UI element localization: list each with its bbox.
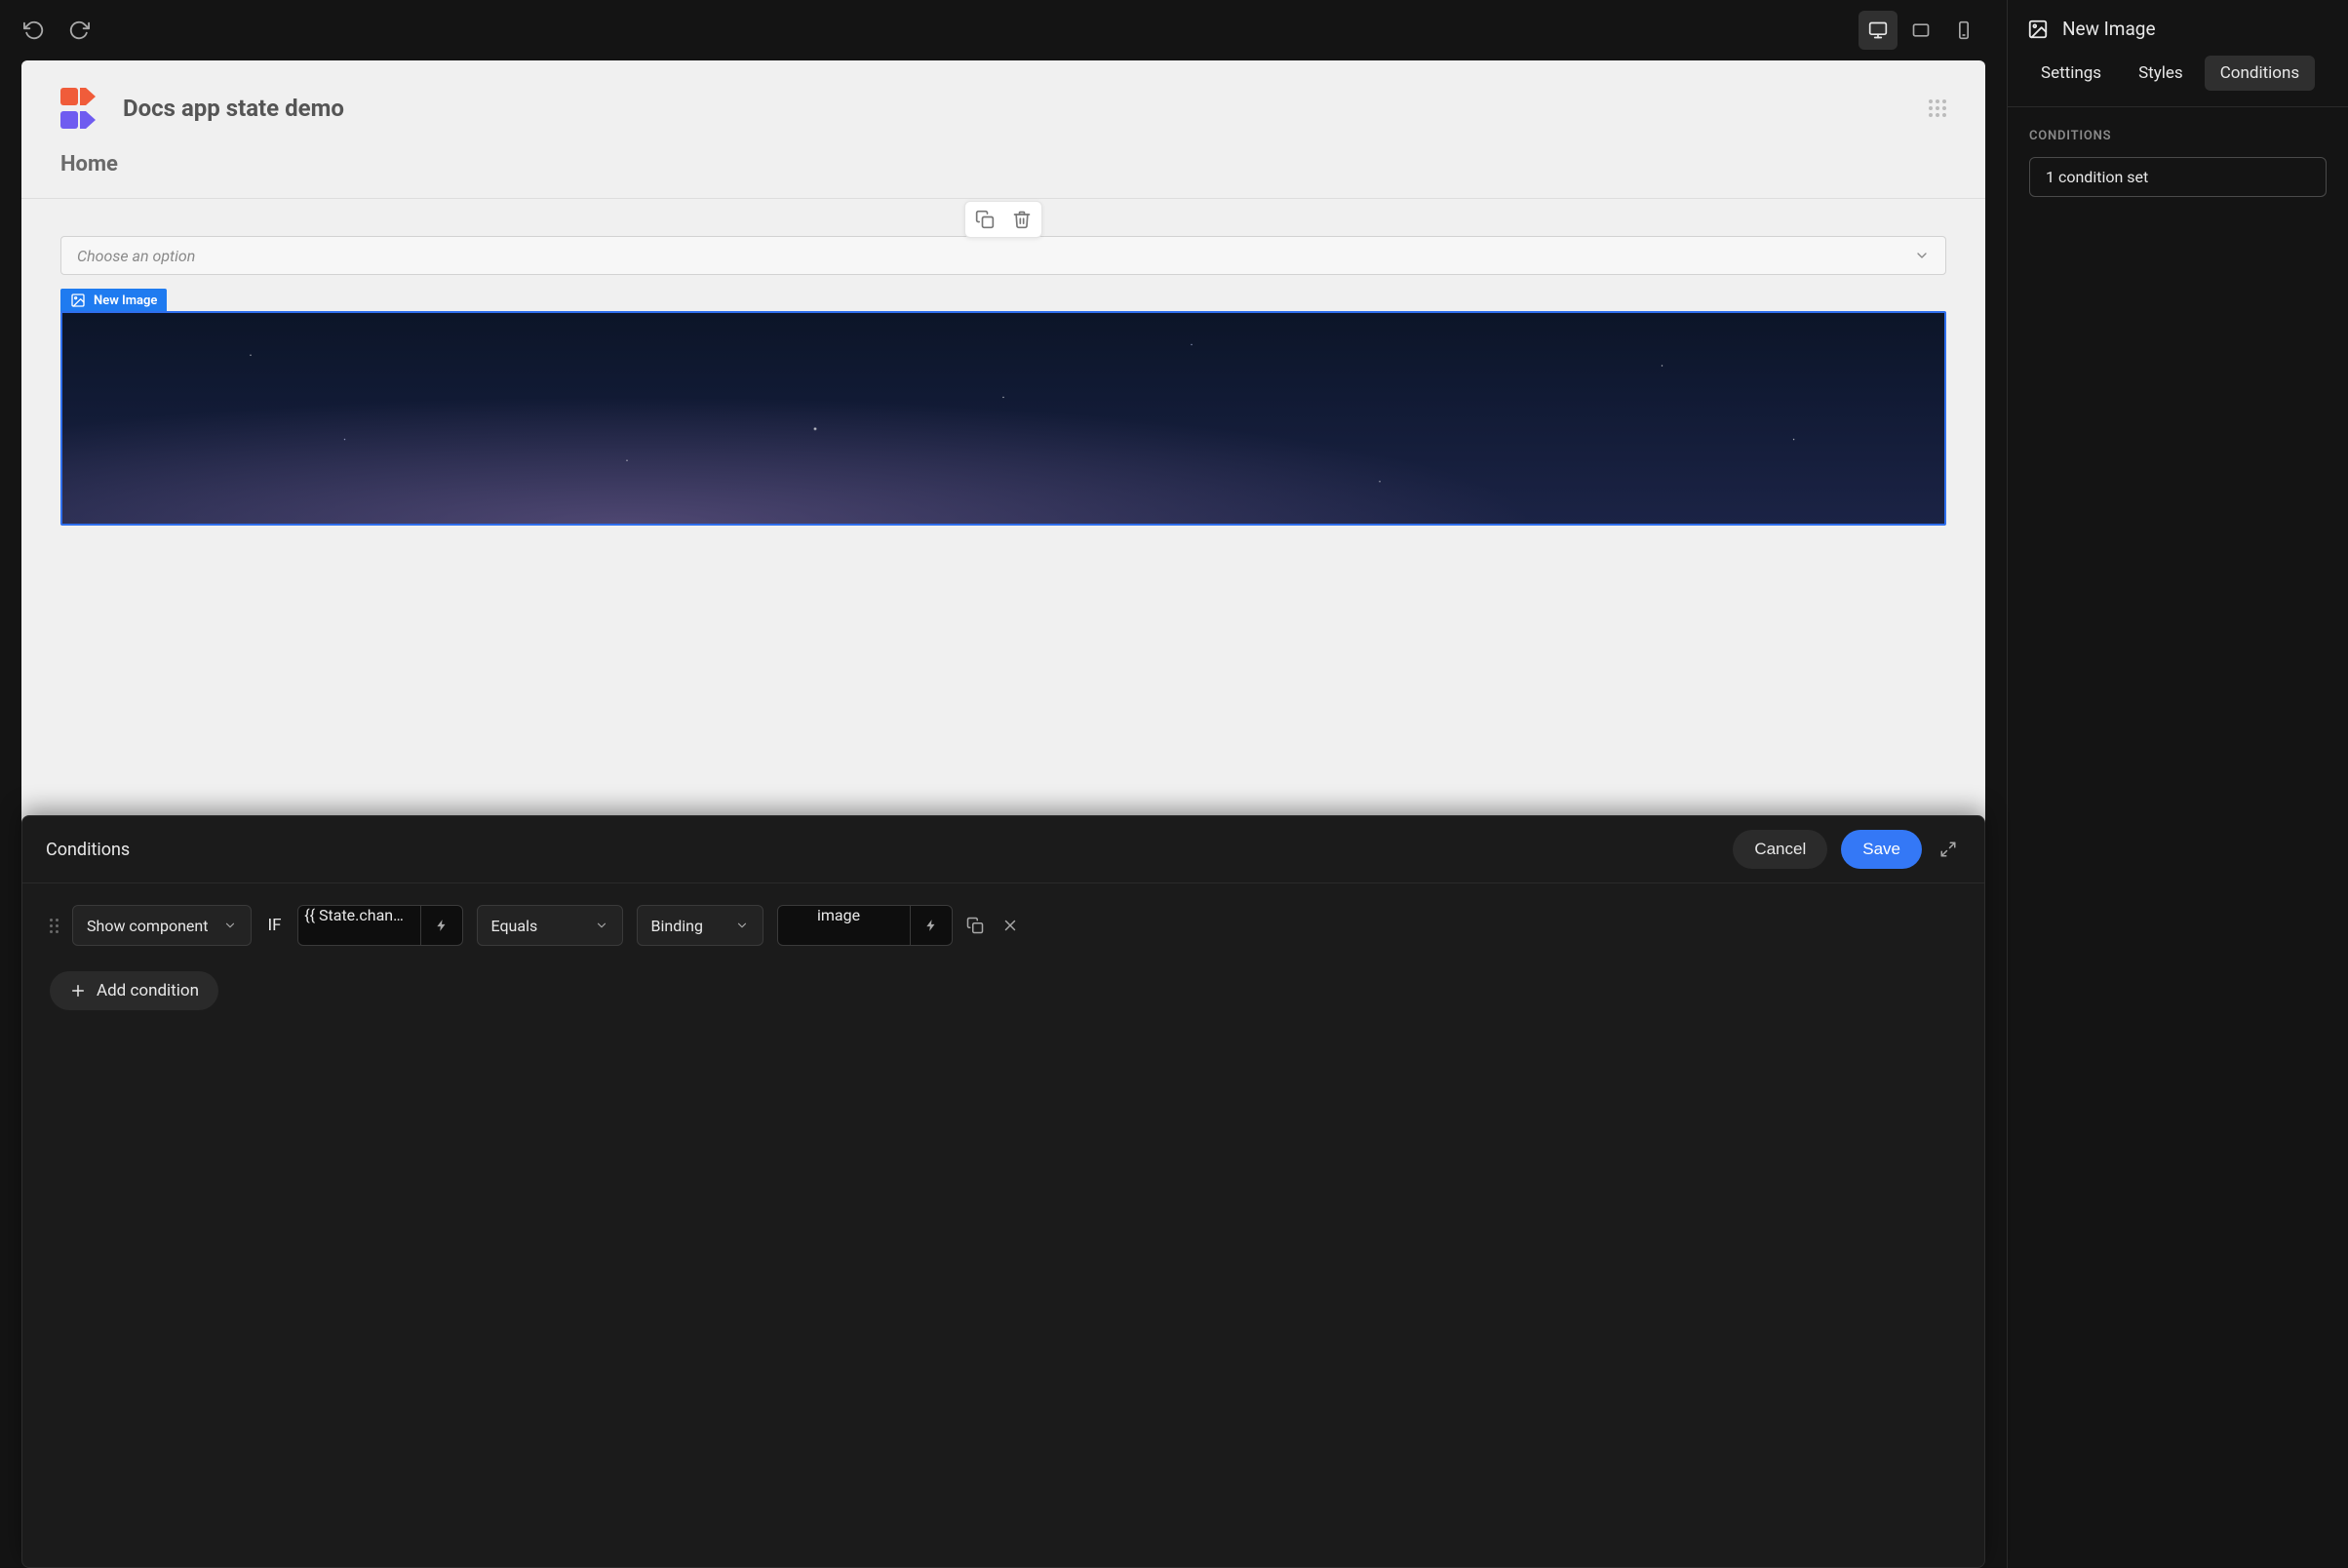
monitor-icon (1868, 20, 1888, 40)
save-button[interactable]: Save (1841, 830, 1922, 869)
drag-handle[interactable] (50, 919, 59, 933)
trash-icon (1012, 210, 1032, 229)
redo-button[interactable] (68, 20, 90, 41)
compare-mode-label: Binding (651, 917, 703, 935)
selected-element-name: New Image (2062, 18, 2156, 40)
condition-set-chip[interactable]: 1 condition set (2029, 157, 2327, 197)
bolt-icon (924, 919, 938, 932)
tab-settings[interactable]: Settings (2025, 56, 2117, 91)
action-select-label: Show component (87, 917, 208, 935)
device-mobile-button[interactable] (1944, 11, 1983, 50)
device-preview-group (1859, 11, 1983, 50)
action-select[interactable]: Show component (72, 905, 252, 946)
app-title: Docs app state demo (123, 95, 344, 122)
undo-icon (23, 20, 45, 41)
section-label: CONDITIONS (2008, 107, 2348, 157)
condition-row: Show component IF {{ State.chan… Equa (50, 905, 1957, 946)
duplicate-icon (975, 210, 995, 229)
add-condition-button[interactable]: Add condition (50, 971, 218, 1010)
operator-select[interactable]: Equals (477, 905, 623, 946)
chevron-down-icon (735, 919, 749, 932)
add-condition-label: Add condition (97, 981, 199, 1000)
right-value-input[interactable]: image (777, 905, 953, 946)
device-tablet-button[interactable] (1901, 11, 1940, 50)
device-desktop-button[interactable] (1859, 11, 1898, 50)
tab-conditions[interactable]: Conditions (2205, 56, 2315, 91)
expand-button[interactable] (1936, 837, 1961, 862)
operator-label: Equals (491, 917, 538, 935)
plus-icon (69, 982, 87, 1000)
conditions-editor: Conditions Cancel Save Show component (21, 815, 1985, 1568)
image-icon (2027, 19, 2049, 40)
binding-button[interactable] (420, 906, 462, 945)
duplicate-row-button[interactable] (966, 917, 984, 934)
mobile-icon (1954, 20, 1974, 40)
chevron-down-icon (595, 919, 608, 932)
close-icon (1001, 917, 1019, 934)
chevron-down-icon (223, 919, 237, 932)
redo-icon (68, 20, 90, 41)
left-value-input[interactable]: {{ State.chan… (297, 905, 463, 946)
right-value-text: image (778, 906, 900, 945)
tab-styles[interactable]: Styles (2123, 56, 2199, 91)
image-component[interactable] (60, 311, 1946, 526)
duplicate-button[interactable] (975, 210, 995, 229)
properties-sidebar: New Image Settings Styles Conditions CON… (2007, 0, 2348, 1568)
image-icon (70, 293, 86, 308)
cancel-button[interactable]: Cancel (1733, 830, 1827, 869)
expand-icon (1939, 841, 1957, 858)
left-value-text: {{ State.chan… (298, 906, 411, 945)
image-content (62, 313, 1944, 524)
duplicate-icon (966, 917, 984, 934)
conditions-title: Conditions (46, 840, 130, 860)
app-menu-icon[interactable] (1929, 99, 1946, 117)
app-logo (60, 86, 105, 131)
tablet-icon (1911, 20, 1931, 40)
option-select[interactable]: Choose an option (60, 236, 1946, 275)
component-badge-label: New Image (94, 294, 157, 308)
undo-button[interactable] (23, 20, 45, 41)
sidebar-tabs: Settings Styles Conditions (2008, 50, 2348, 107)
compare-mode-select[interactable]: Binding (637, 905, 763, 946)
bolt-icon (435, 919, 449, 932)
component-toolbar (964, 201, 1042, 238)
chevron-down-icon (1914, 248, 1930, 263)
if-label: IF (265, 916, 283, 935)
delete-button[interactable] (1012, 210, 1032, 229)
binding-button[interactable] (910, 906, 952, 945)
page-title: Home (21, 140, 1985, 199)
component-badge[interactable]: New Image (60, 289, 167, 312)
remove-row-button[interactable] (1001, 917, 1019, 934)
select-placeholder: Choose an option (77, 247, 195, 265)
